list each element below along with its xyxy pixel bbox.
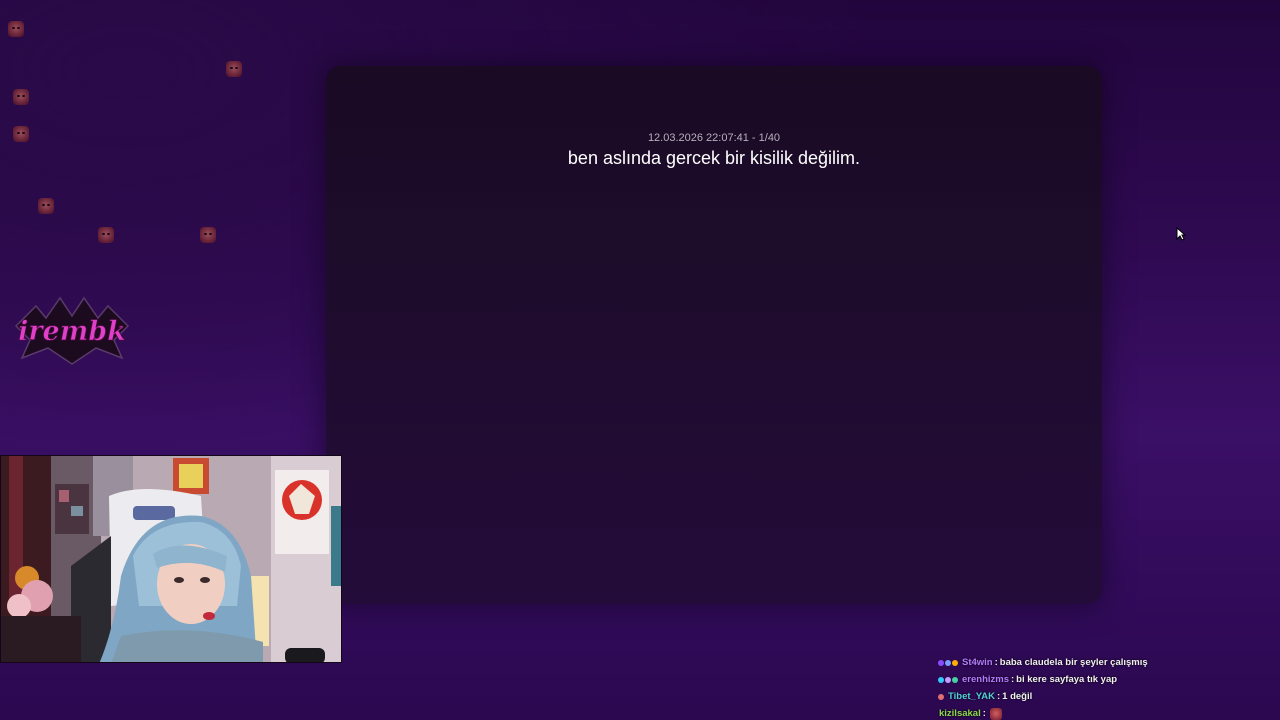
message-panel: 12.03.2026 22:07:41 - 1/40 ben aslında g…: [326, 66, 1102, 604]
chat-username: erenhizms: [962, 674, 1009, 685]
emote-icon: [8, 21, 24, 37]
chat-emote-icon: [989, 707, 1002, 720]
chat-username: Tibet_YAK: [948, 691, 995, 702]
mouse-cursor-icon: [1176, 226, 1187, 246]
chat-badge-icon: [938, 693, 944, 700]
emote-icon: [200, 227, 216, 243]
chat-text: 1 değil: [1002, 691, 1033, 702]
emote-icon: [13, 89, 29, 105]
emote-icon: [98, 227, 114, 243]
emote-icon: [13, 126, 29, 142]
chat-username: kizilsakal: [939, 708, 981, 719]
chat-separator: :: [1011, 674, 1015, 685]
chat-badge-icon: [938, 676, 944, 683]
chat-separator: :: [994, 657, 998, 668]
chat-text: bi kere sayfaya tık yap: [1016, 674, 1118, 685]
logo-text: irembk: [18, 316, 126, 347]
chat-badge-icon: [945, 676, 951, 683]
chat-badge-icon: [952, 659, 958, 666]
chat-separator: :: [982, 708, 986, 719]
webcam-feed: [0, 455, 342, 663]
chat-message: St4win : baba claudela bir şeyler çalışm…: [938, 654, 1268, 671]
chat-message: Tibet_YAK : 1 değil: [938, 688, 1268, 705]
chat-overlay: St4win : baba claudela bir şeyler çalışm…: [938, 654, 1268, 720]
message-timestamp: 12.03.2026 22:07:41 - 1/40: [647, 132, 781, 144]
chat-badge-icon: [938, 659, 944, 666]
chat-separator: :: [997, 691, 1001, 702]
chat-message: erenhizms : bi kere sayfaya tık yap: [938, 671, 1268, 688]
message-text: ben aslında gercek bir kisilik değilim.: [567, 148, 861, 168]
chat-badge-icon: [952, 676, 958, 683]
chat-message: kizilsakal :: [938, 705, 1268, 720]
chat-text: baba claudela bir şeyler çalışmış: [999, 657, 1148, 668]
emote-icon: [226, 61, 242, 77]
channel-logo: irembk: [10, 296, 134, 366]
emote-icon: [38, 198, 54, 214]
chat-username: St4win: [962, 657, 993, 668]
chat-badge-icon: [945, 659, 951, 666]
